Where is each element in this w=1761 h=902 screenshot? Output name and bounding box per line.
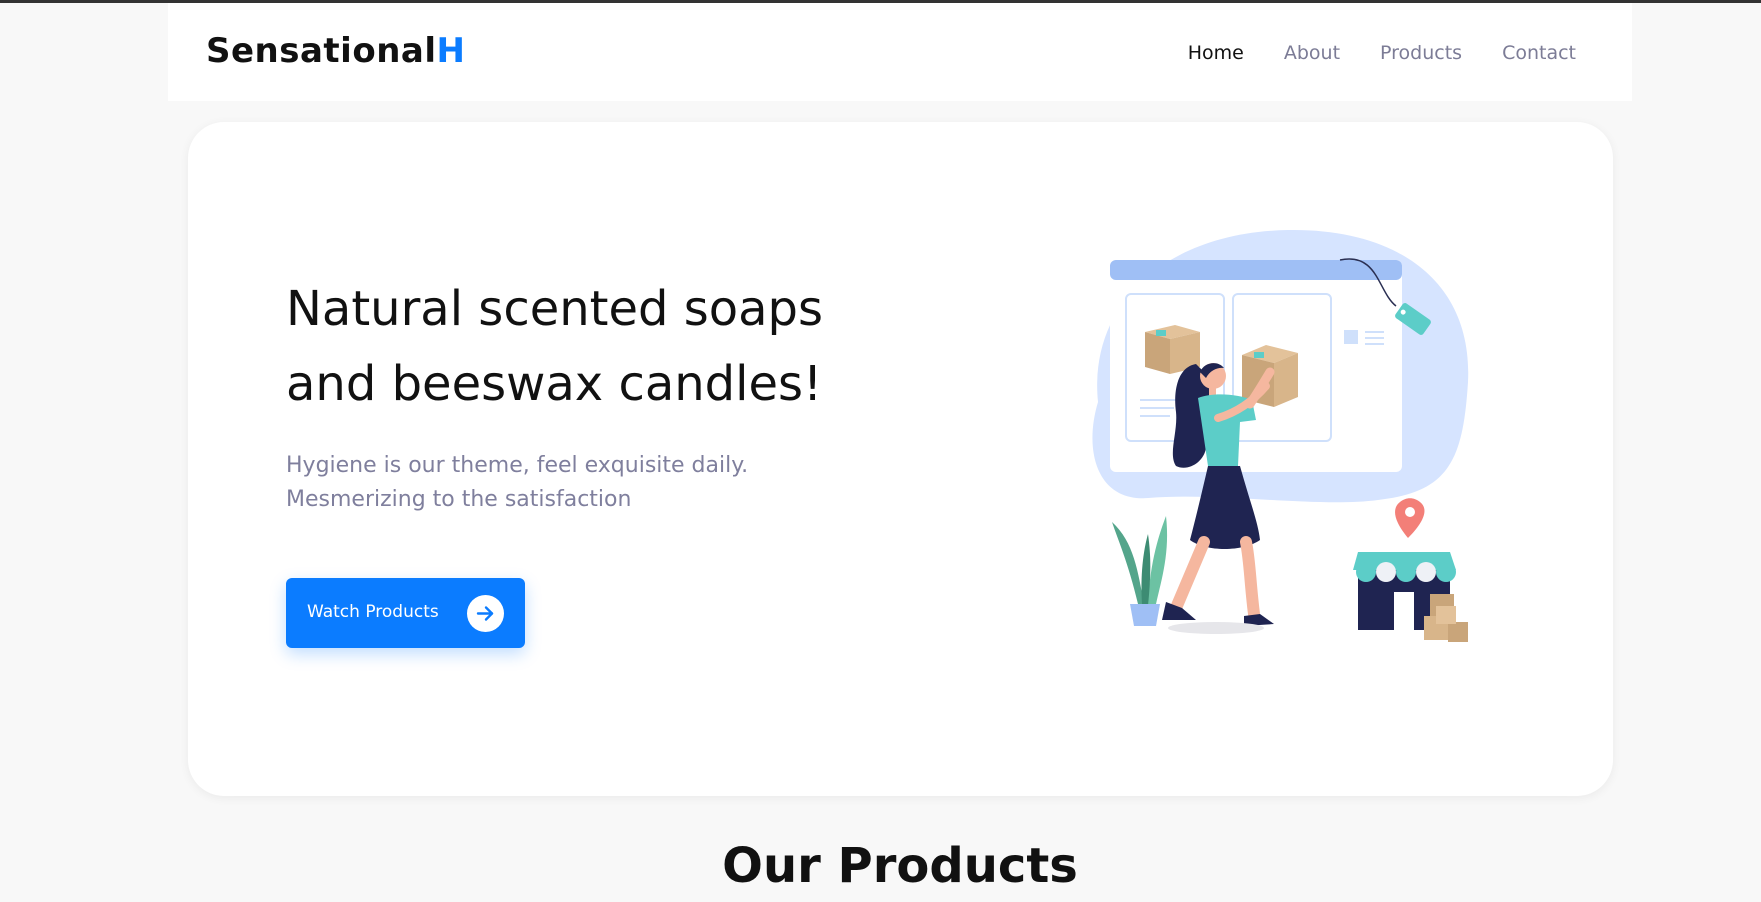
stacked-boxes: [1424, 594, 1468, 642]
shopping-woman-illustration: [1092, 229, 1469, 642]
navbar: SensationalH Home About Products Contact: [168, 3, 1632, 101]
browser-window-bar: [1110, 260, 1402, 280]
watch-products-button[interactable]: Watch Products: [286, 578, 525, 648]
nav-contact[interactable]: Contact: [1502, 42, 1576, 64]
nav-about[interactable]: About: [1284, 42, 1340, 64]
nav-products[interactable]: Products: [1380, 42, 1462, 64]
hero-subtext: Hygiene is our theme, feel exquisite dai…: [286, 449, 846, 517]
hero-headline: Natural scented soaps and beeswax candle…: [286, 272, 906, 422]
hero-headline-line-1: Natural scented soaps: [286, 281, 823, 337]
main-nav: Home About Products Contact: [1188, 42, 1576, 64]
hero-subtext-line-1: Hygiene is our theme, feel exquisite dai…: [286, 453, 749, 478]
location-pin-icon: [1395, 498, 1425, 538]
nav-home[interactable]: Home: [1188, 42, 1244, 64]
brand-name: Sensational: [206, 31, 437, 71]
section-title-our-products: Our Products: [722, 838, 1078, 894]
watch-products-label: Watch Products: [307, 602, 439, 622]
hero-subtext-line-2: Mesmerizing to the satisfaction: [286, 487, 632, 512]
arrow-right-icon: [467, 595, 504, 632]
brand-accent: H: [436, 31, 466, 71]
hero-headline-line-2: and beeswax candles!: [286, 356, 823, 412]
hero-card: Natural scented soaps and beeswax candle…: [188, 122, 1613, 796]
plant-decoration: [1112, 516, 1168, 626]
brand-logo[interactable]: SensationalH: [206, 31, 465, 71]
